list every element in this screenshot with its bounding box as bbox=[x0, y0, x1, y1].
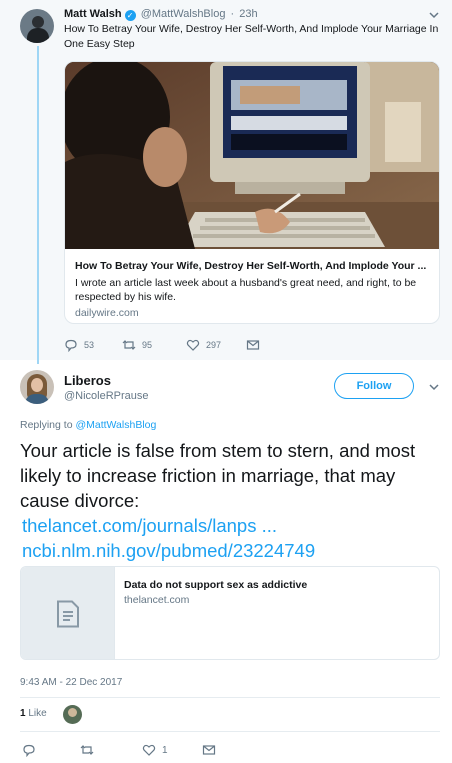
envelope-icon bbox=[246, 340, 260, 350]
likes-summary[interactable]: 1 Like bbox=[20, 708, 47, 719]
replying-to-mention[interactable]: @MattWalshBlog bbox=[75, 419, 156, 431]
tweet-header: Matt Walsh ✓ @MattWalshBlog · 23h bbox=[64, 8, 258, 21]
avatar[interactable] bbox=[20, 370, 54, 404]
tweet-link[interactable]: thelancet.com/journals/lanps ... bbox=[22, 513, 277, 538]
liker-avatar[interactable] bbox=[63, 705, 82, 724]
retweet-count: 95 bbox=[142, 340, 153, 350]
retweet-icon bbox=[80, 745, 94, 755]
tweet-text: How To Betray Your Wife, Destroy Her Sel… bbox=[64, 23, 439, 50]
card-image bbox=[21, 567, 115, 659]
tweet-text: Your article is false from stem to stern… bbox=[20, 440, 416, 511]
link-card[interactable]: Data do not support sex as addictive the… bbox=[20, 566, 440, 660]
envelope-icon bbox=[202, 745, 216, 755]
direct-message-button[interactable] bbox=[202, 743, 216, 757]
card-domain: dailywire.com bbox=[75, 307, 139, 319]
retweet-button[interactable]: 95 bbox=[122, 338, 152, 352]
likes-label: Like bbox=[28, 708, 47, 719]
link-card[interactable]: How To Betray Your Wife, Destroy Her Sel… bbox=[64, 61, 440, 324]
avatar[interactable] bbox=[20, 9, 54, 43]
tweet-timestamp[interactable]: 9:43 AM - 22 Dec 2017 bbox=[20, 677, 122, 688]
chevron-down-icon[interactable] bbox=[427, 380, 441, 394]
reply-button[interactable]: 53 bbox=[64, 338, 94, 352]
reply-count: 53 bbox=[84, 340, 95, 350]
author-name[interactable]: Liberos bbox=[64, 373, 111, 388]
verified-icon: ✓ bbox=[124, 10, 136, 21]
thread-connector bbox=[37, 46, 39, 364]
parent-tweet[interactable]: Matt Walsh ✓ @MattWalshBlog · 23h How To … bbox=[0, 0, 452, 364]
retweet-button[interactable] bbox=[80, 743, 94, 757]
author-handle[interactable]: @MattWalshBlog bbox=[141, 8, 226, 20]
reply-icon bbox=[23, 744, 35, 757]
like-count: 1 bbox=[162, 744, 168, 756]
likes-count: 1 bbox=[20, 708, 26, 719]
author-handle[interactable]: @NicoleRPrause bbox=[64, 390, 149, 402]
follow-button[interactable]: Follow bbox=[334, 373, 414, 399]
direct-message-button[interactable] bbox=[246, 338, 260, 352]
tweet-time[interactable]: 23h bbox=[239, 8, 257, 20]
replying-to-label: Replying to bbox=[20, 419, 73, 431]
reply-icon bbox=[65, 339, 77, 352]
document-icon bbox=[57, 600, 79, 628]
heart-icon bbox=[142, 744, 156, 756]
tweet-link[interactable]: ncbi.nlm.nih.gov/pubmed/23224749 bbox=[22, 538, 315, 563]
divider bbox=[20, 731, 440, 732]
card-domain: thelancet.com bbox=[124, 594, 190, 606]
tweet-actions: 53 95 297 bbox=[64, 338, 284, 354]
reply-button[interactable] bbox=[22, 743, 36, 757]
card-title: Data do not support sex as addictive bbox=[124, 579, 308, 591]
card-title: How To Betray Your Wife, Destroy Her Sel… bbox=[75, 260, 427, 272]
like-button[interactable]: 297 bbox=[186, 338, 221, 352]
replying-to: Replying to @MattWalshBlog bbox=[20, 419, 156, 431]
divider bbox=[20, 697, 440, 698]
like-count: 297 bbox=[206, 340, 222, 350]
retweet-icon bbox=[122, 340, 136, 350]
card-image bbox=[65, 62, 439, 249]
like-button[interactable]: 1 bbox=[142, 743, 168, 757]
tweet-actions: 1 bbox=[20, 743, 240, 759]
chevron-down-icon[interactable] bbox=[427, 8, 441, 22]
author-name[interactable]: Matt Walsh bbox=[64, 8, 122, 20]
separator: · bbox=[230, 8, 235, 20]
card-description: I wrote an article last week about a hus… bbox=[75, 277, 417, 303]
heart-icon bbox=[186, 339, 200, 351]
